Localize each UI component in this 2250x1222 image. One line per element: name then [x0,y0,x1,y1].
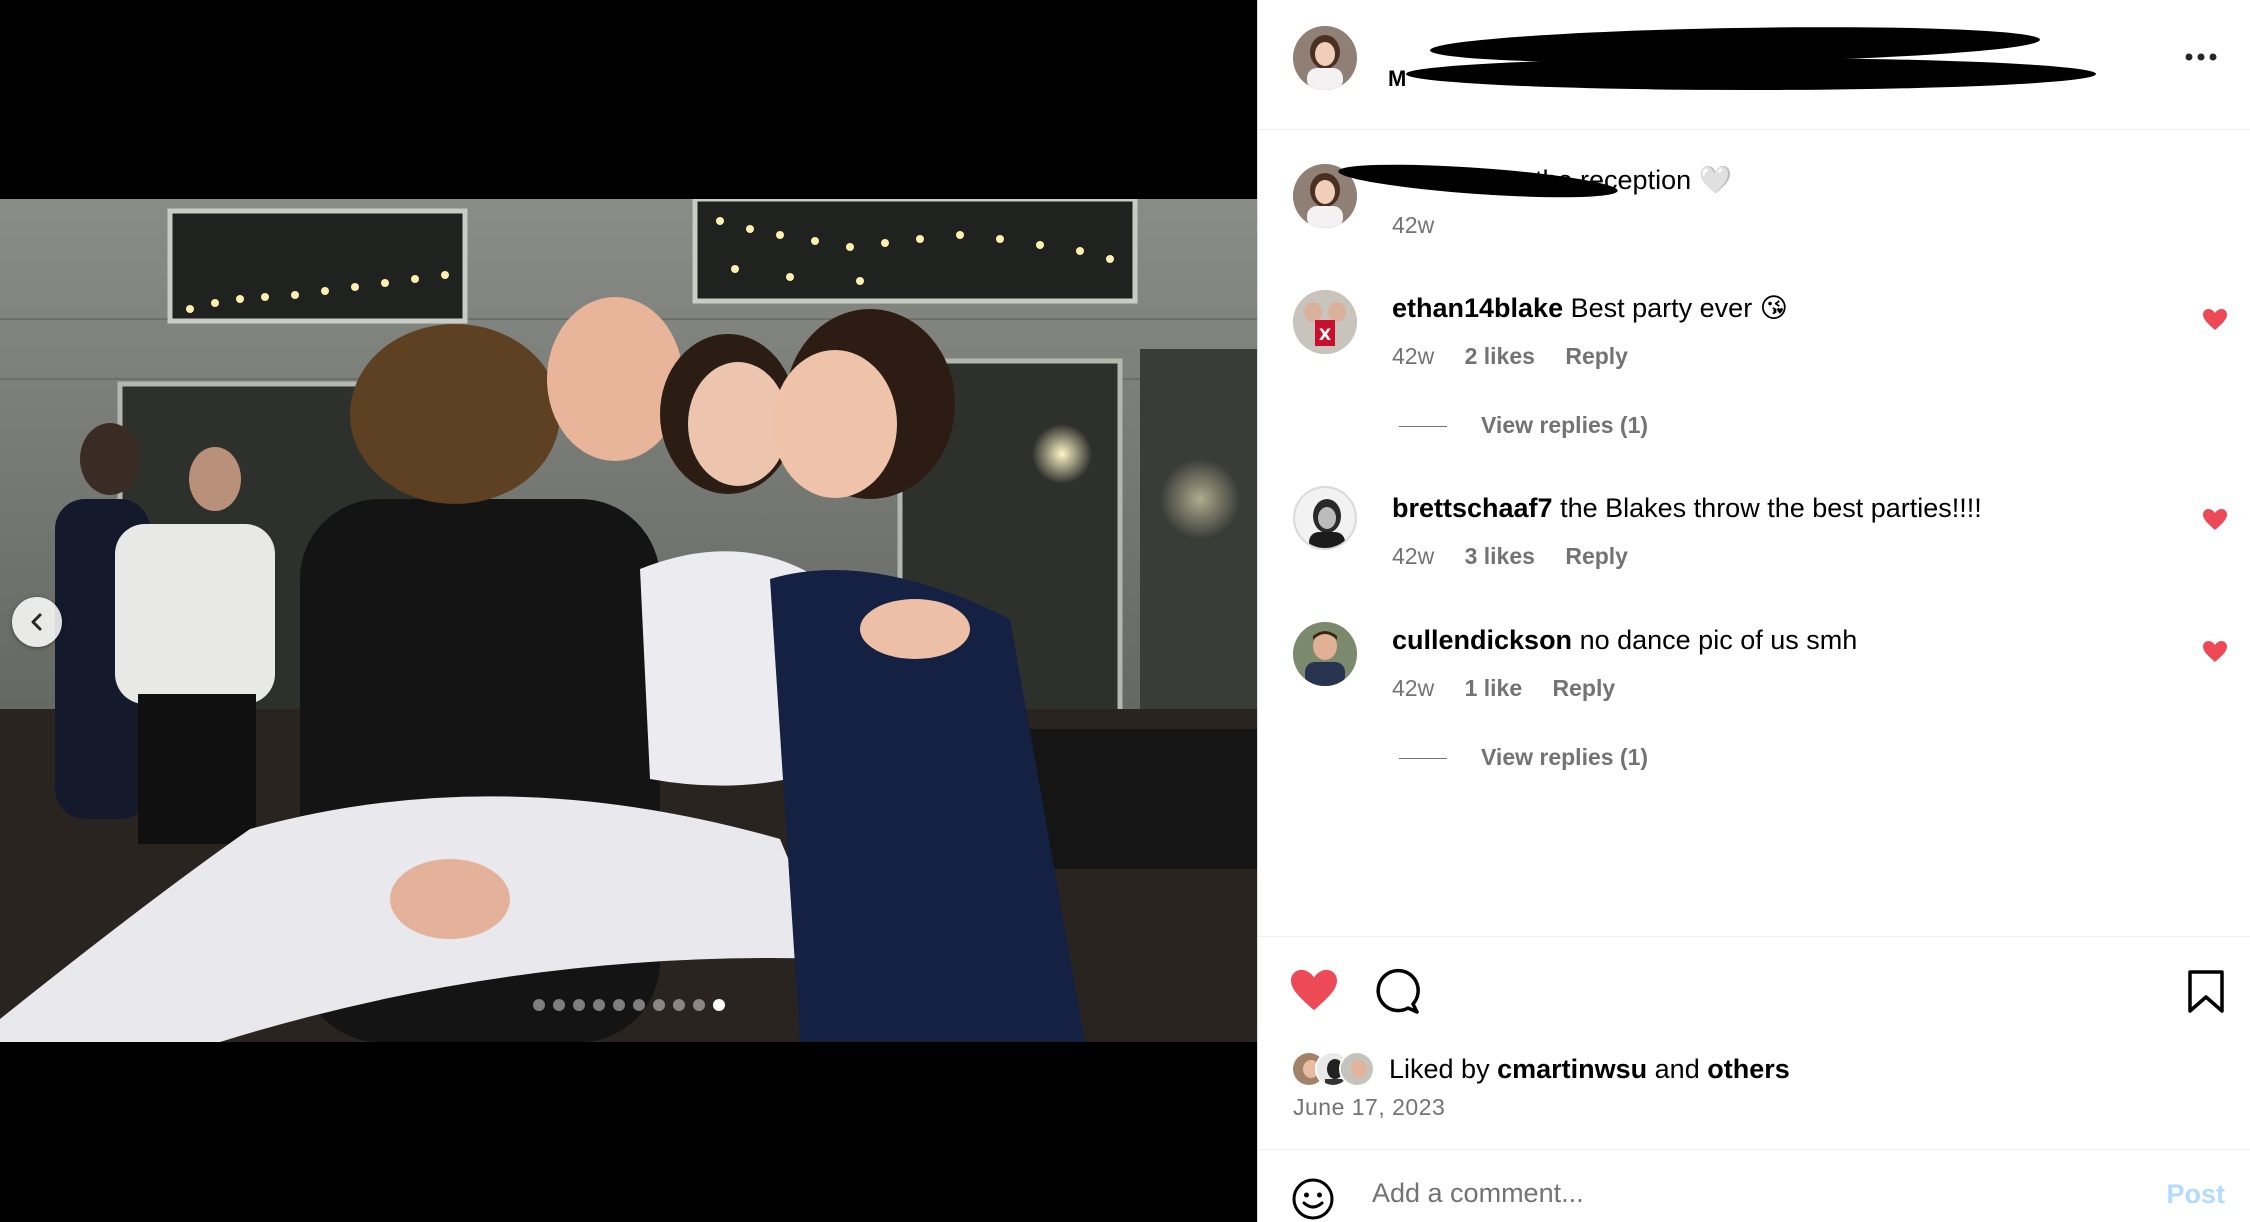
white-heart-emoji: 🤍 [1698,165,1733,195]
liked-by-text: Liked by cmartinwsu and others [1389,1054,1790,1085]
commenter-avatar[interactable] [1293,622,1357,686]
post-media [0,0,1257,1222]
comment-time: 42w [1392,543,1435,569]
kiss-emoji: 😘 [1759,293,1788,323]
commenter-avatar[interactable] [1293,486,1357,550]
redaction-mark [1406,58,2096,90]
chevron-left-icon [31,613,42,631]
comment-meta: 42w 1 like Reply [1392,675,1639,702]
comment-text: brettschaaf7 the Blakes throw the best p… [1392,493,1982,524]
carousel-dot [652,999,665,1011]
comment-likes-count[interactable]: 2 likes [1465,343,1535,369]
carousel-dot-active [712,999,725,1011]
caption-time: 42w [1392,212,1435,238]
replies-divider [1399,426,1447,428]
caption-body: the reception [1535,165,1692,195]
view-replies-button[interactable]: View replies (1) [1399,412,1648,439]
carousel-dot [532,999,545,1011]
post-header: M [1258,0,2250,130]
comment-time: 42w [1392,343,1435,369]
carousel-dot [612,999,625,1011]
carousel-dot [552,999,565,1011]
carousel-dot [672,999,685,1011]
carousel-prev-button[interactable] [12,597,62,647]
comment-likes-count[interactable]: 3 likes [1465,543,1535,569]
author-username[interactable]: M [1388,66,1406,92]
heart-filled-icon[interactable] [1289,968,1339,1014]
comment-input[interactable] [1372,1168,2072,1218]
comment-box: Post [1258,1149,2250,1222]
comment-text: ethan14blake Best party ever 😘 [1392,293,1788,324]
comment-heart-filled-icon[interactable] [2202,508,2228,532]
carousel-dots [0,999,1257,1011]
view-replies-button[interactable]: View replies (1) [1399,744,1648,771]
comment-body: no dance pic of us smh [1579,625,1858,655]
replies-divider [1399,758,1447,760]
comment-username[interactable]: ethan14blake [1392,293,1563,323]
carousel-dot [592,999,605,1011]
author-avatar[interactable] [1293,26,1357,90]
caption-meta: 42w [1392,212,1458,239]
bookmark-icon[interactable] [2186,969,2226,1015]
comment-reply-button[interactable]: Reply [1565,543,1628,569]
post-panel: M the reception 🤍 42w X ethan14blake Bes… [1257,0,2250,1222]
view-replies-label: View replies (1) [1481,744,1649,770]
post-comment-button[interactable]: Post [2166,1179,2225,1210]
comment-time: 42w [1392,675,1435,701]
post-photo [0,199,1257,1042]
comment-body: Best party ever [1570,293,1753,323]
liked-by-row: Liked by cmartinwsu and others [1291,1049,1790,1089]
carousel-dot [632,999,645,1011]
comment-heart-filled-icon[interactable] [2202,308,2228,332]
liked-by-user[interactable]: cmartinwsu [1497,1054,1647,1084]
smiley-icon[interactable] [1291,1177,1335,1221]
comment-reply-button[interactable]: Reply [1553,675,1616,701]
svg-text:X: X [1319,325,1332,344]
liked-by-others[interactable]: others [1707,1054,1790,1084]
comment-meta: 42w 2 likes Reply [1392,343,1652,370]
post-actions: Liked by cmartinwsu and others June 17, … [1258,936,2250,1151]
liker-avatar [1339,1051,1375,1087]
view-replies-label: View replies (1) [1481,412,1649,438]
comment-username[interactable]: brettschaaf7 [1392,493,1553,523]
comment-body: the Blakes throw the best parties!!!! [1560,493,1982,523]
comment-username[interactable]: cullendickson [1392,625,1572,655]
post-date: June 17, 2023 [1293,1094,1446,1120]
comment-icon[interactable] [1373,968,1421,1016]
comment-heart-filled-icon[interactable] [2202,640,2228,664]
liked-by-prefix: Liked by [1389,1053,1490,1084]
commenter-avatar[interactable]: X [1293,290,1357,354]
comment-meta: 42w 3 likes Reply [1392,543,1652,570]
more-options-icon[interactable] [2181,45,2221,69]
comment-reply-button[interactable]: Reply [1565,343,1628,369]
comment-likes-count[interactable]: 1 like [1465,675,1523,701]
liked-by-and: and [1654,1053,1700,1084]
caption-text: the reception 🤍 [1535,164,1732,196]
carousel-dot [692,999,705,1011]
comment-text: cullendickson no dance pic of us smh [1392,625,1857,656]
carousel-dot [572,999,585,1011]
